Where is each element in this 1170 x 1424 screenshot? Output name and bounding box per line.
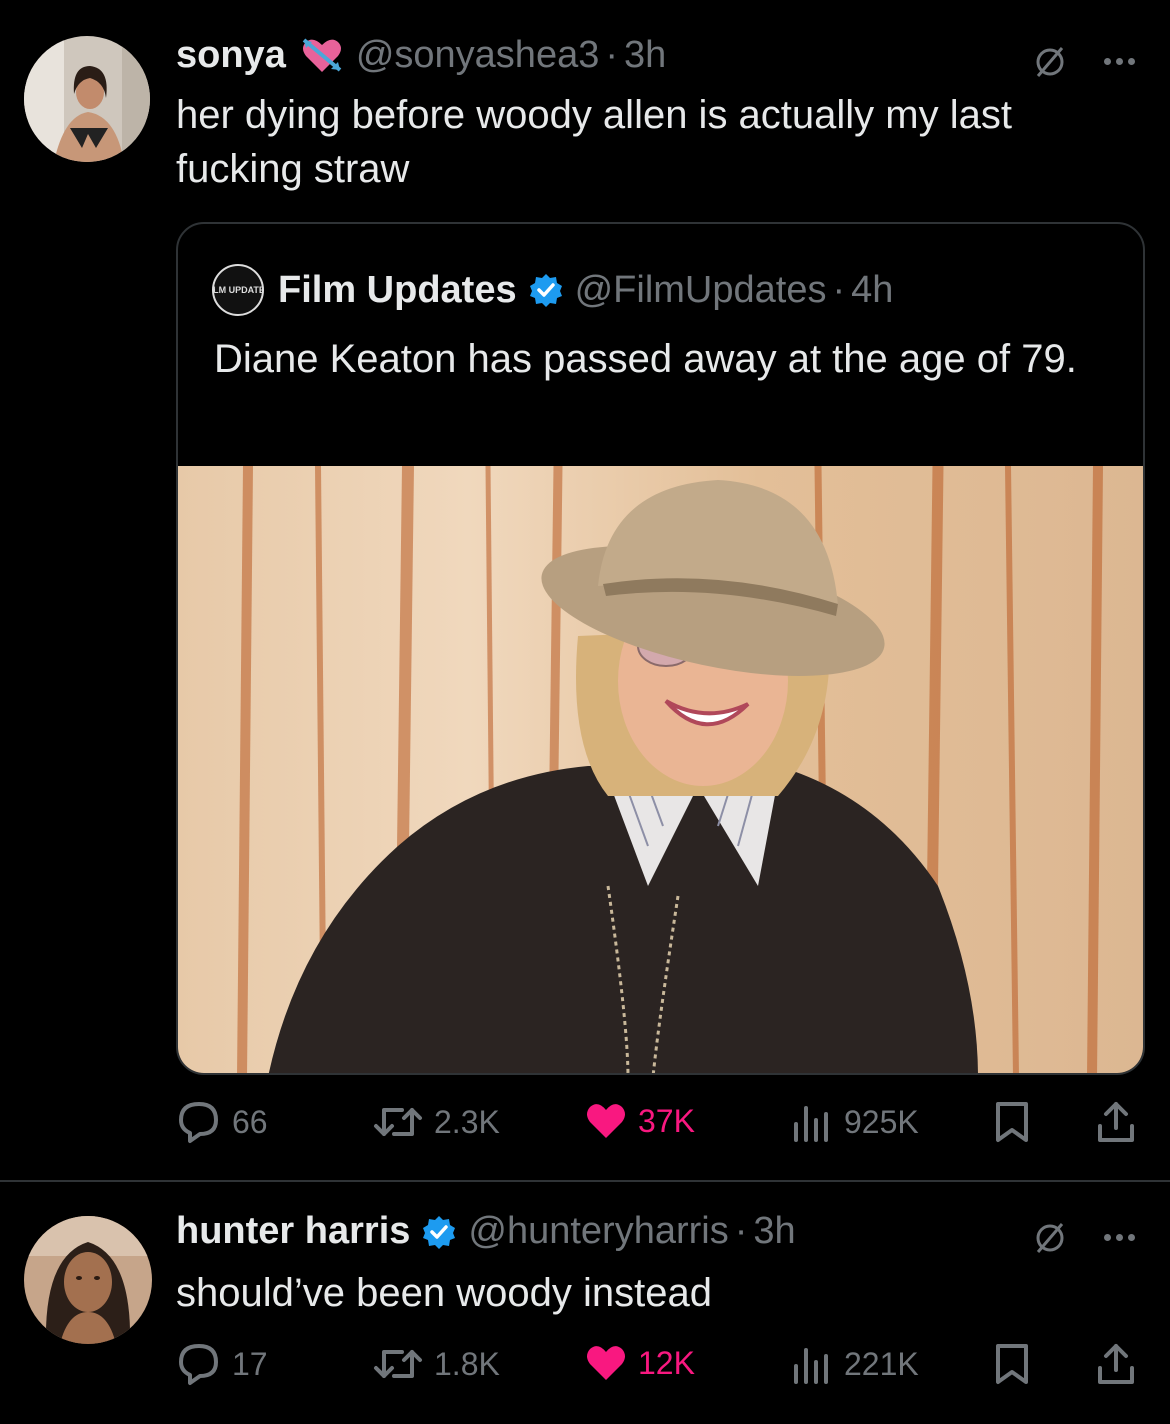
grok-icon[interactable]	[1032, 44, 1068, 80]
heart-filled-icon	[587, 1104, 625, 1138]
like-button[interactable]: 12K	[584, 1342, 695, 1384]
reply-icon	[179, 1344, 218, 1385]
separator-dot: ·	[832, 268, 846, 311]
tweet-text: her dying before woody allen is actually…	[176, 93, 1012, 191]
avatar[interactable]	[24, 1216, 152, 1344]
share-button[interactable]	[1096, 1342, 1146, 1386]
view-count: 925K	[844, 1103, 919, 1140]
author-handle[interactable]: @hunteryharris	[468, 1210, 728, 1253]
timestamp[interactable]: 4h	[851, 269, 893, 312]
tweet-header: hunter harris @hunteryharris · 3h	[176, 1210, 796, 1253]
reply-icon	[179, 1102, 218, 1143]
views-button[interactable]: 925K	[790, 1100, 919, 1144]
tweet-header: sonya @sonyashea3 · 3h	[176, 34, 666, 77]
retweet-count: 2.3K	[434, 1103, 500, 1140]
verified-badge-icon	[422, 1215, 456, 1249]
bookmark-icon	[996, 1102, 1028, 1142]
tweet[interactable]: sonya @sonyashea3 · 3h her dying before …	[0, 0, 1170, 1180]
more-options-icon[interactable]	[1104, 58, 1135, 65]
views-button[interactable]: 221K	[790, 1342, 919, 1386]
timestamp[interactable]: 3h	[753, 1210, 795, 1253]
retweet-count: 1.8K	[434, 1345, 500, 1382]
retweet-icon	[374, 1108, 422, 1136]
avatar-logo-text: FILM UPDATES	[213, 284, 262, 295]
author-handle[interactable]: @FilmUpdates	[575, 269, 827, 312]
bookmark-button[interactable]	[994, 1342, 1040, 1386]
grok-icon[interactable]	[1032, 1220, 1068, 1256]
author-name[interactable]: sonya	[176, 34, 286, 77]
avatar[interactable]	[24, 36, 150, 162]
reply-count: 66	[232, 1103, 268, 1140]
author-handle[interactable]: @sonyashea3	[356, 34, 600, 77]
like-count: 12K	[638, 1344, 695, 1381]
reply-button[interactable]: 66	[176, 1100, 268, 1144]
quoted-tweet[interactable]: FILM UPDATES Film Updates @FilmUpdates ·…	[176, 222, 1145, 1075]
quoted-tweet-header: FILM UPDATES Film Updates @FilmUpdates ·…	[212, 264, 893, 316]
author-name[interactable]: hunter harris	[176, 1210, 410, 1253]
tweet-photo[interactable]	[178, 465, 1143, 1073]
tweet-actions: 66 2.3K 37K 925K	[176, 1098, 1146, 1148]
heart-filled-icon	[587, 1346, 625, 1380]
tweet[interactable]: hunter harris @hunteryharris · 3h should…	[0, 1182, 1170, 1424]
separator-dot: ·	[734, 1210, 748, 1252]
quoted-tweet-text: Diane Keaton has passed away at the age …	[214, 337, 1077, 381]
verified-badge-icon	[529, 273, 563, 307]
reply-count: 17	[232, 1345, 268, 1382]
like-button[interactable]: 37K	[584, 1100, 695, 1142]
retweet-button[interactable]: 1.8K	[372, 1342, 500, 1386]
bookmark-icon	[996, 1344, 1028, 1384]
more-options-icon[interactable]	[1104, 1234, 1135, 1241]
timestamp[interactable]: 3h	[624, 34, 666, 77]
share-icon	[1098, 1344, 1134, 1384]
retweet-button[interactable]: 2.3K	[372, 1100, 500, 1144]
avatar[interactable]: FILM UPDATES	[212, 264, 264, 316]
heart-with-arrow-icon	[300, 36, 344, 76]
share-icon	[1098, 1102, 1134, 1142]
views-chart-icon	[794, 1106, 828, 1142]
tweet-text: should’ve been woody instead	[176, 1271, 712, 1315]
like-count: 37K	[638, 1102, 695, 1139]
retweet-icon	[374, 1350, 422, 1378]
bookmark-button[interactable]	[994, 1100, 1040, 1144]
view-count: 221K	[844, 1345, 919, 1382]
share-button[interactable]	[1096, 1100, 1146, 1144]
reply-button[interactable]: 17	[176, 1342, 268, 1386]
author-name[interactable]: Film Updates	[278, 269, 517, 312]
views-chart-icon	[794, 1348, 828, 1384]
tweet-actions: 17 1.8K 12K 221K	[176, 1340, 1146, 1390]
separator-dot: ·	[605, 34, 618, 76]
